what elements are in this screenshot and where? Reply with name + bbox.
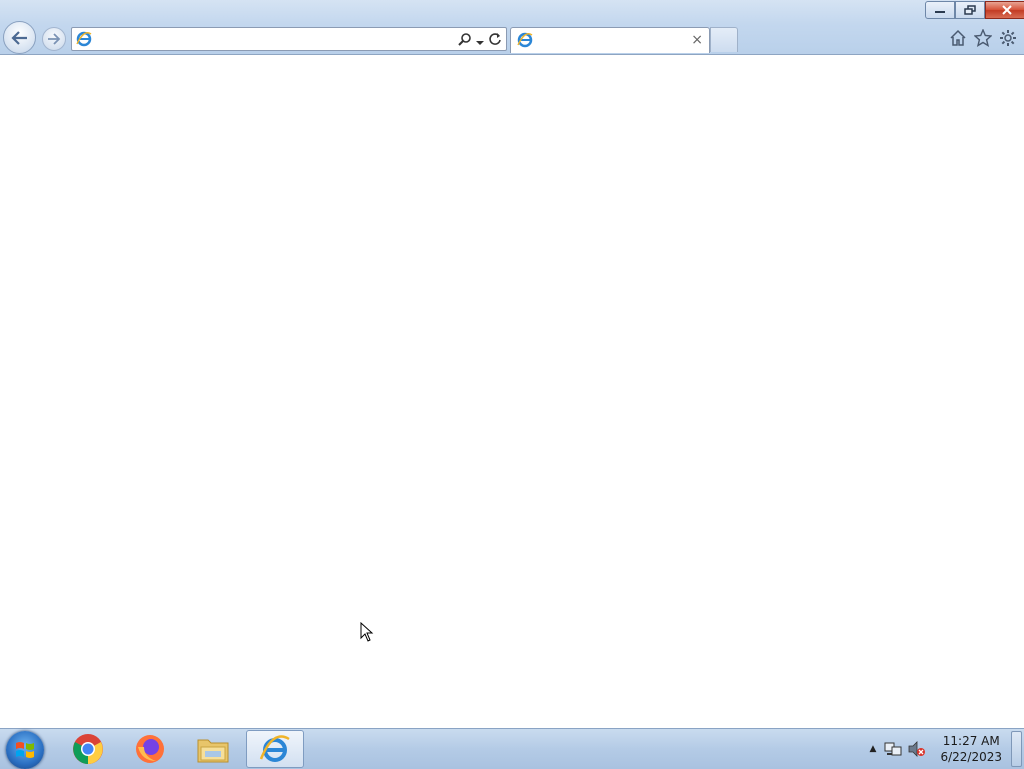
clock-date: 6/22/2023 — [940, 750, 1002, 764]
ie-icon — [259, 735, 290, 762]
restore-button[interactable] — [955, 1, 985, 19]
firefox-icon — [136, 735, 164, 763]
close-window-button[interactable] — [985, 1, 1024, 19]
browser-toolbar-right — [948, 28, 1018, 48]
taskbar: ▲ 11:27 AM 6/22/2023 — [0, 728, 1024, 769]
ie-tab-icon — [517, 32, 533, 52]
network-icon — [884, 742, 902, 756]
taskbar-internet-explorer[interactable] — [246, 730, 304, 768]
address-bar[interactable] — [71, 27, 507, 51]
forward-arrow-icon — [48, 33, 61, 45]
page-content[interactable] — [0, 55, 1024, 728]
close-icon — [1002, 5, 1012, 15]
window-controls — [925, 1, 1024, 20]
tab-close-button[interactable]: × — [691, 32, 703, 48]
search-icon — [458, 33, 471, 46]
home-icon — [950, 29, 966, 46]
favorites-button[interactable] — [973, 28, 993, 48]
chevron-down-icon — [476, 41, 484, 45]
chrome-icon — [73, 734, 103, 764]
volume-tray-button[interactable] — [908, 741, 926, 757]
forward-button[interactable] — [42, 27, 66, 51]
show-desktop-button[interactable] — [1011, 731, 1022, 767]
back-arrow-icon — [10, 30, 27, 45]
minimize-button[interactable] — [925, 1, 955, 19]
restore-icon — [964, 5, 976, 15]
address-tools — [458, 31, 502, 50]
clock-time: 11:27 AM — [942, 734, 1000, 748]
show-hidden-icons-button[interactable]: ▲ — [870, 744, 877, 754]
new-tab-button[interactable] — [710, 27, 738, 52]
windows-logo-icon — [16, 742, 34, 758]
ie-page-icon — [76, 31, 92, 51]
clock[interactable]: 11:27 AM 6/22/2023 — [940, 733, 1002, 765]
mouse-cursor-icon — [360, 621, 374, 646]
system-tray: ▲ 11:27 AM 6/22/2023 — [870, 729, 1024, 769]
network-tray-button[interactable] — [884, 741, 902, 757]
refresh-button[interactable] — [488, 31, 502, 50]
volume-muted-icon — [909, 741, 926, 757]
taskbar-file-explorer[interactable] — [184, 730, 242, 768]
minimize-icon — [935, 11, 945, 13]
taskbar-firefox[interactable] — [121, 730, 179, 768]
tools-button[interactable] — [998, 28, 1018, 48]
star-icon — [974, 29, 992, 47]
refresh-icon — [489, 33, 501, 45]
start-button[interactable] — [6, 731, 44, 769]
folder-icon — [197, 739, 229, 763]
search-dropdown-button[interactable] — [476, 31, 484, 50]
search-button[interactable] — [458, 31, 472, 50]
gear-icon — [1000, 30, 1016, 46]
browser-tab[interactable]: × — [510, 27, 710, 53]
address-input[interactable] — [98, 30, 432, 50]
home-button[interactable] — [948, 28, 968, 48]
taskbar-chrome[interactable] — [59, 730, 117, 768]
back-button[interactable] — [3, 21, 36, 54]
